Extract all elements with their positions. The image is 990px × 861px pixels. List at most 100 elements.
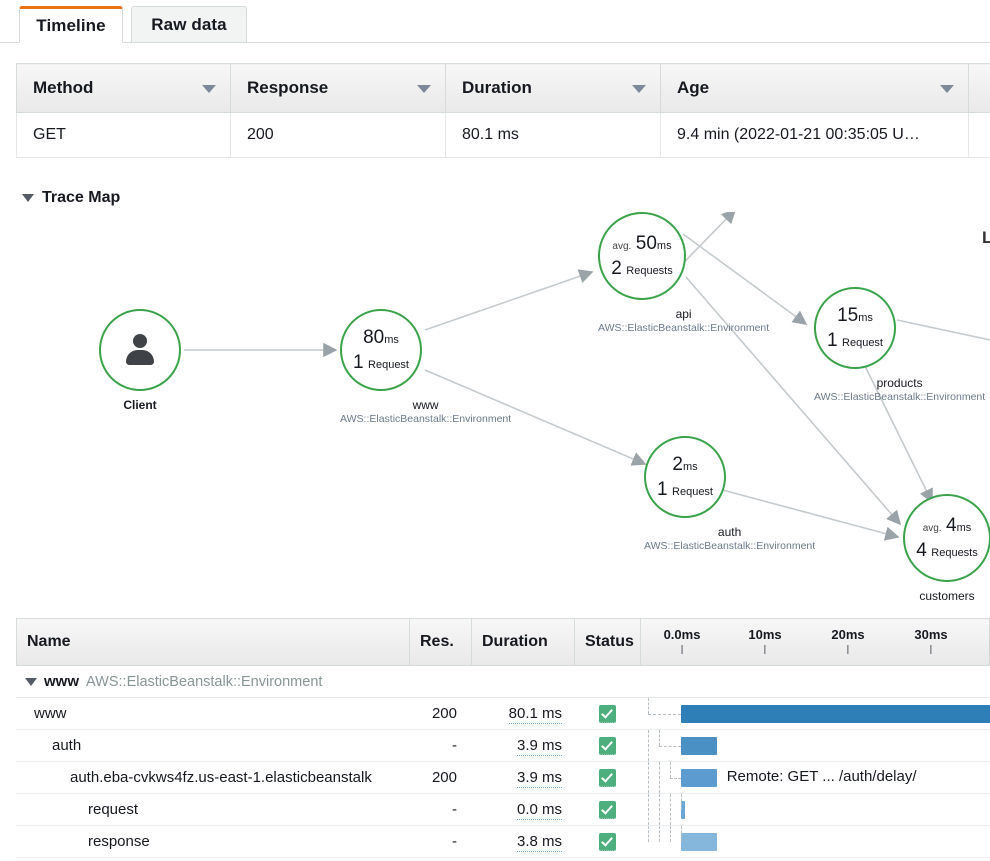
column-header-name[interactable]: Name (17, 619, 410, 665)
trace-node-auth-circle[interactable]: 2ms 1 Request (644, 436, 726, 518)
latency-unit: ms (384, 334, 399, 346)
sort-caret-icon[interactable] (202, 85, 216, 93)
latency-value: 15 (837, 305, 858, 326)
requests-label: Requests (931, 547, 977, 559)
requests-label: Request (672, 486, 713, 498)
trace-node-auth-latency: 2ms (672, 454, 697, 476)
trace-node-client[interactable]: Client (99, 309, 181, 412)
segment-bar[interactable] (681, 833, 717, 851)
column-header-res[interactable]: Res. (410, 619, 472, 665)
status-ok-checkbox-icon[interactable] (599, 737, 616, 755)
trace-node-api-circle[interactable]: avg. 50ms 2 Requests (598, 212, 686, 300)
timeline-connector (648, 762, 649, 793)
segment-name: www (16, 705, 409, 722)
segment-timeline-cell (640, 794, 990, 825)
sort-caret-icon[interactable] (940, 85, 954, 93)
trace-node-products[interactable]: 15ms 1 Request products AWS::ElasticBean… (814, 287, 985, 403)
status-ok-checkbox-icon[interactable] (599, 769, 616, 787)
table-row[interactable]: response-3.8 ms (16, 826, 990, 858)
segment-duration-value[interactable]: 3.8 ms (517, 833, 562, 852)
trace-node-customers[interactable]: avg. 4ms 4 Requests customers (903, 494, 990, 603)
column-header-overflow (969, 64, 990, 113)
column-header-seg-duration[interactable]: Duration (472, 619, 575, 665)
latency-unit: ms (683, 461, 698, 473)
requests-label: Requests (626, 265, 672, 277)
column-header-response-label: Response (247, 78, 328, 97)
table-row[interactable]: GET 200 80.1 ms 9.4 min (2022-01-21 00:3… (17, 113, 990, 158)
table-row[interactable]: auth.eba-cvkws4fz.us-east-1.elasticbeans… (16, 762, 990, 794)
column-header-response[interactable]: Response (231, 64, 446, 113)
trace-node-products-name: products (814, 376, 985, 390)
trace-node-products-type: AWS::ElasticBeanstalk::Environment (814, 391, 985, 403)
trace-node-customers-requests: 4 Requests (916, 540, 978, 562)
table-row[interactable]: auth- 3.9 ms (16, 730, 990, 762)
requests-value: 2 (611, 258, 622, 279)
segment-timeline-cell (640, 826, 990, 857)
trace-node-customers-circle[interactable]: avg. 4ms 4 Requests (903, 494, 990, 582)
latency-unit: ms (957, 522, 972, 534)
axis-tick: 0.0ms (664, 627, 701, 654)
segment-duration: 80.1 ms (471, 705, 574, 722)
trace-node-www-type: AWS::ElasticBeanstalk::Environment (340, 413, 511, 425)
axis-tick-mark (931, 645, 932, 654)
timeline-connector (648, 698, 649, 714)
trace-node-www[interactable]: 80ms 1 Request www AWS::ElasticBeanstalk… (340, 309, 511, 425)
trace-node-api[interactable]: avg. 50ms 2 Requests api AWS::ElasticBea… (598, 212, 769, 334)
trace-node-client-circle[interactable] (99, 309, 181, 391)
trace-node-auth-name: auth (644, 525, 815, 539)
segment-duration-value[interactable]: 80.1 ms (509, 705, 562, 724)
sort-caret-icon[interactable] (417, 85, 431, 93)
trace-node-auth-type: AWS::ElasticBeanstalk::Environment (644, 540, 815, 552)
segment-bar[interactable] (681, 705, 990, 723)
tab-bar: Timeline Raw data (0, 0, 990, 43)
trace-node-auth[interactable]: 2ms 1 Request auth AWS::ElasticBeanstalk… (644, 436, 815, 552)
trace-node-www-latency: 80ms (363, 327, 399, 349)
segment-bar[interactable] (681, 737, 717, 755)
trace-node-customers-latency: avg. 4ms (923, 515, 972, 537)
axis-tick: 20ms (831, 627, 864, 654)
trace-map-canvas[interactable]: Client 80ms 1 Request www AWS::ElasticBe… (0, 212, 990, 610)
trace-map-section-toggle[interactable]: Trace Map (22, 189, 120, 207)
sort-caret-icon[interactable] (632, 85, 646, 93)
column-header-status[interactable]: Status (575, 619, 641, 665)
segment-duration: 3.8 ms (471, 833, 574, 850)
segment-group-row-www[interactable]: www AWS::ElasticBeanstalk::Environment (16, 666, 990, 698)
tab-timeline[interactable]: Timeline (19, 6, 123, 43)
trace-node-www-circle[interactable]: 80ms 1 Request (340, 309, 422, 391)
status-ok-checkbox-icon[interactable] (599, 801, 616, 819)
timeline-connector (648, 826, 649, 842)
segment-response: - (409, 737, 471, 754)
timeline-connector (681, 826, 682, 842)
column-header-age-label: Age (677, 78, 709, 97)
axis-tick: 10ms (748, 627, 781, 654)
table-row[interactable]: www20080.1 ms (16, 698, 990, 730)
tab-timeline-label: Timeline (36, 16, 105, 36)
trace-summary-table: Method Response Duration Age GET 200 80.… (16, 63, 990, 158)
trace-node-products-circle[interactable]: 15ms 1 Request (814, 287, 896, 369)
cell-age: 9.4 min (2022-01-21 00:35:05 U… (661, 113, 969, 158)
segment-response: 200 (409, 769, 471, 786)
tab-raw-data[interactable]: Raw data (131, 6, 247, 43)
segment-group-type: AWS::ElasticBeanstalk::Environment (86, 674, 322, 690)
column-header-age[interactable]: Age (661, 64, 969, 113)
column-header-duration-label: Duration (462, 78, 532, 97)
segment-name: auth (16, 737, 409, 754)
column-header-duration[interactable]: Duration (446, 64, 661, 113)
table-row[interactable]: request-0.0 ms (16, 794, 990, 826)
timeline-connector (659, 794, 660, 825)
status-ok-checkbox-icon[interactable] (599, 833, 616, 851)
status-ok-checkbox-icon[interactable] (599, 705, 616, 723)
timeline-connector (670, 794, 671, 825)
segment-duration-value[interactable]: 0.0 ms (517, 801, 562, 820)
segment-duration-value[interactable]: 3.9 ms (517, 737, 562, 756)
segment-status (574, 705, 640, 723)
axis-tick: 30ms (914, 627, 947, 654)
latency-prefix: avg. (923, 523, 942, 534)
segment-name: request (16, 801, 409, 818)
segment-bar[interactable] (681, 769, 717, 787)
column-header-method[interactable]: Method (17, 64, 231, 113)
segments-header-row: Name Res. Duration Status 0.0ms 10ms 20ms 3… (16, 618, 990, 666)
chevron-down-icon[interactable] (25, 678, 37, 686)
segment-duration-value[interactable]: 3.9 ms (517, 769, 562, 788)
segment-status (574, 801, 640, 819)
